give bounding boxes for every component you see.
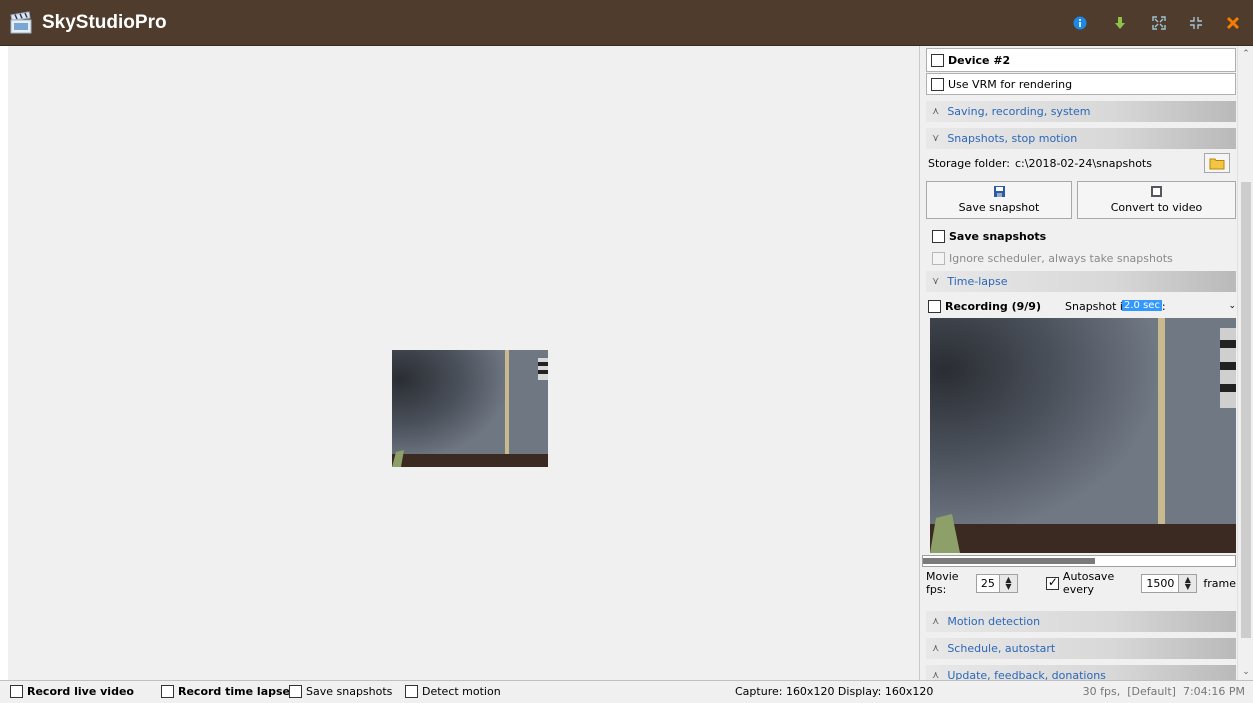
browse-folder-button[interactable] (1204, 153, 1230, 173)
app-title: SkyStudioPro (42, 12, 167, 33)
capture-info: Capture: 160x120 Display: 160x120 (735, 685, 933, 698)
record-live-video-toggle[interactable]: Record live video (10, 685, 134, 698)
section-schedule-autostart[interactable]: ⋏ Schedule, autostart (926, 638, 1236, 659)
save-snapshots-status-label: Save snapshots (306, 685, 393, 698)
device2-checkbox[interactable] (931, 53, 944, 67)
save-snapshots-row: Save snapshots (926, 226, 1236, 246)
save-snapshots-toggle[interactable]: Save snapshots (289, 685, 392, 698)
storage-folder-path: c:\2018-02-24\snapshots (1014, 156, 1152, 170)
use-vrm-checkbox[interactable] (931, 77, 944, 91)
convert-to-video-label: Convert to video (1110, 201, 1203, 214)
use-vrm-label: Use VRM for rendering (948, 77, 1073, 91)
chevron-down-icon: ⋏ (932, 643, 940, 654)
film-icon (1151, 186, 1162, 197)
timelapse-progress-fill (923, 558, 1095, 564)
camera-preview-small (392, 350, 548, 467)
convert-to-video-button[interactable]: Convert to video (1077, 181, 1236, 219)
detect-motion-checkbox[interactable] (405, 685, 418, 698)
section-snapshots[interactable]: ⋎ Snapshots, stop motion (926, 128, 1236, 149)
fps-clock-info: 30 fps, [Default] 7:04:16 PM (1083, 685, 1245, 698)
spinner-arrows-icon[interactable]: ▲ ▼ (1178, 574, 1197, 592)
timelapse-progress-bar (922, 555, 1236, 567)
storage-folder-label: Storage folder: (928, 156, 1010, 170)
scroll-up-icon[interactable]: ⌃ (1238, 46, 1253, 62)
save-disk-icon (993, 186, 1005, 197)
info-icon[interactable] (1071, 14, 1089, 32)
ignore-scheduler-label: Ignore scheduler, always take snapshots (949, 251, 1173, 265)
save-snapshots-checkbox[interactable] (932, 229, 945, 243)
clapperboard-logo-icon (10, 11, 32, 34)
storage-folder-row: Storage folder: c:\2018-02-24\snapshots (926, 152, 1236, 174)
close-icon[interactable] (1224, 14, 1242, 32)
save-snapshot-button[interactable]: Save snapshot (926, 181, 1072, 219)
section-snapshots-label: Snapshots, stop motion (947, 132, 1078, 145)
chevron-up-icon: ⋎ (932, 133, 940, 144)
detect-motion-label: Detect motion (422, 685, 501, 698)
fps-clock-text: 30 fps, [Default] 7:04:16 PM (1082, 685, 1245, 698)
movie-fps-value: 25 (980, 576, 995, 590)
use-vrm-row: Use VRM for rendering (926, 73, 1236, 95)
title-bar: SkyStudioPro (0, 0, 1253, 46)
snapshot-interval-value: 2.0 sec (1122, 300, 1162, 311)
section-update-label: Update, feedback, donations (947, 669, 1106, 680)
movie-fps-label: Movie fps: (926, 570, 959, 596)
save-snapshots-status-checkbox[interactable] (289, 685, 302, 698)
autosave-frames-value: 1500 (1146, 576, 1175, 590)
save-snapshots-label: Save snapshots (949, 229, 1047, 243)
video-display-area[interactable] (0, 46, 918, 680)
movie-fps-row: Movie fps: 25 ▲▼ Autosave every 1500 ▲▼ … (926, 570, 1236, 596)
chevron-down-icon: ⋏ (932, 670, 940, 680)
ignore-scheduler-checkbox[interactable] (932, 251, 945, 265)
status-bar: Record live video Record time lapse Save… (0, 680, 1253, 703)
section-update-feedback[interactable]: ⋏ Update, feedback, donations (926, 665, 1236, 680)
panel-scrollbar[interactable]: ⌃ ⌄ (1237, 46, 1253, 680)
section-timelapse-label: Time-lapse (947, 275, 1008, 288)
autosave-checkbox[interactable] (1045, 575, 1059, 590)
recording-label: Recording (9/9) (945, 299, 1041, 313)
section-motion-detection[interactable]: ⋏ Motion detection (926, 611, 1236, 632)
autosave-label: Autosave every (1062, 570, 1115, 596)
section-saving-label: Saving, recording, system (947, 105, 1091, 118)
device2-label: Device #2 (948, 53, 1011, 67)
autosave-frames-spinner[interactable]: 1500 ▲ ▼ (1141, 573, 1198, 593)
recording-checkbox[interactable] (928, 299, 941, 313)
download-icon[interactable] (1111, 14, 1129, 32)
chevron-down-icon: ⋏ (932, 616, 940, 627)
save-snapshot-label: Save snapshot (958, 201, 1040, 214)
movie-fps-spinner[interactable]: 25 ▲ ▼ (975, 573, 1018, 593)
ignore-scheduler-row: Ignore scheduler, always take snapshots (926, 248, 1236, 268)
snapshot-interval-select[interactable]: 2.0 sec ⌄ (1122, 297, 1238, 314)
record-time-lapse-label: Record time lapse (178, 685, 290, 698)
section-time-lapse[interactable]: ⋎ Time-lapse (926, 271, 1236, 292)
fullscreen-icon[interactable] (1150, 14, 1168, 32)
chevron-down-icon: ⋏ (932, 106, 940, 117)
scroll-down-icon[interactable]: ⌄ (1238, 664, 1253, 680)
folder-icon (1209, 158, 1225, 169)
chevron-up-icon: ⋎ (932, 276, 940, 287)
compact-icon[interactable] (1187, 14, 1205, 32)
chevron-down-icon: ⌄ (1228, 300, 1236, 311)
device2-row: Device #2 (926, 48, 1236, 72)
settings-panel: Device #2 Use VRM for rendering ⋏ Saving… (919, 46, 1253, 680)
capture-info-text: Capture: 160x120 Display: 160x120 (735, 685, 934, 698)
record-time-lapse-toggle[interactable]: Record time lapse (161, 685, 290, 698)
section-motion-label: Motion detection (947, 615, 1041, 628)
scrollbar-thumb[interactable] (1241, 182, 1251, 638)
detect-motion-toggle[interactable]: Detect motion (405, 685, 501, 698)
record-live-video-checkbox[interactable] (10, 685, 23, 698)
section-saving-recording[interactable]: ⋏ Saving, recording, system (926, 101, 1236, 122)
spinner-arrows-icon[interactable]: ▲ ▼ (998, 574, 1017, 592)
camera-preview-large (930, 318, 1236, 553)
record-live-video-label: Record live video (27, 685, 134, 698)
section-schedule-label: Schedule, autostart (947, 642, 1056, 655)
frames-label: frame (1203, 576, 1236, 590)
record-time-lapse-checkbox[interactable] (161, 685, 174, 698)
